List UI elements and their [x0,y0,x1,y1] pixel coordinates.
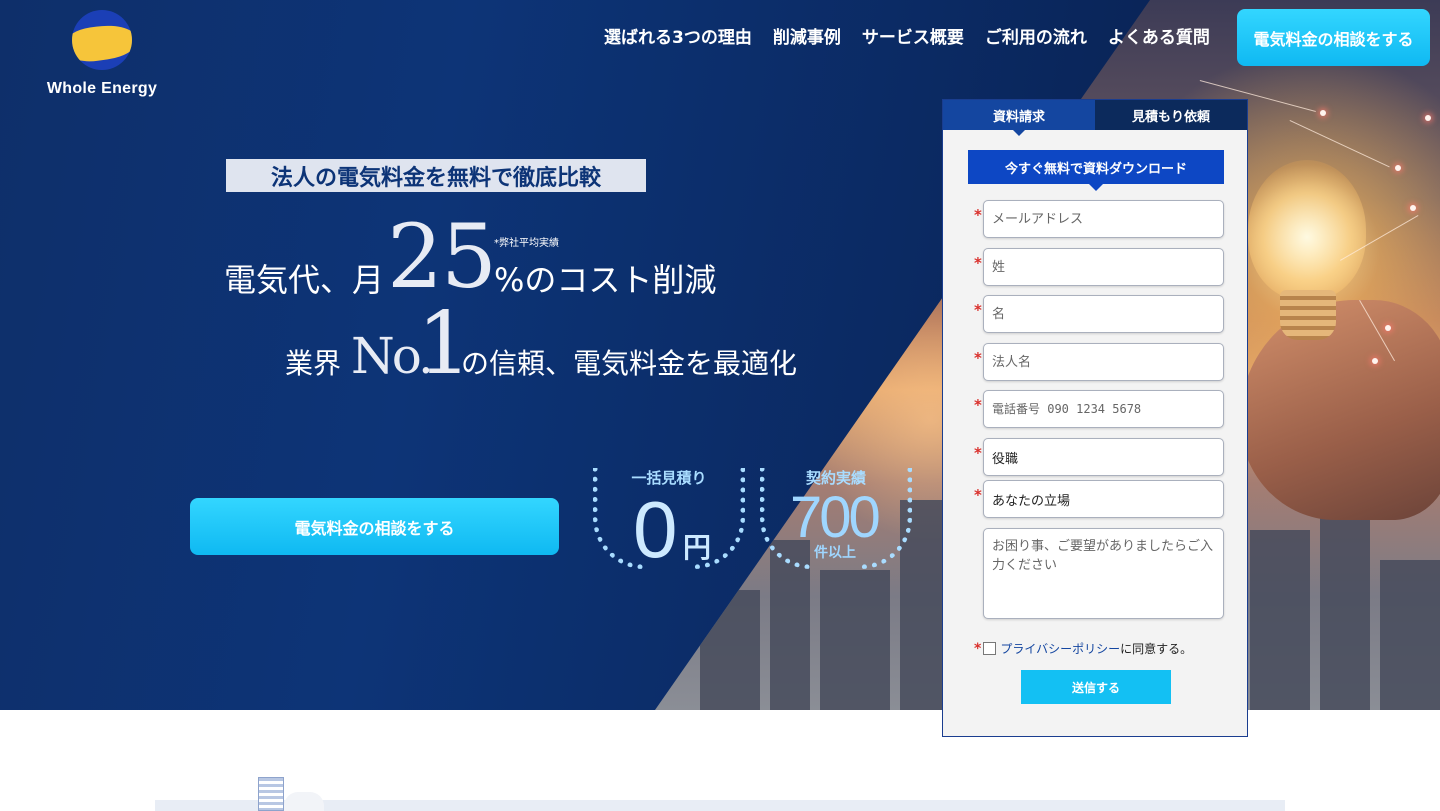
privacy-agree-text: に同意する。 [1120,642,1193,656]
logo-mark [72,10,132,70]
role-select[interactable]: あなたの立場 [983,480,1224,518]
nav-item-reasons[interactable]: 選ばれる3つの理由 [604,26,752,50]
light-bulb-base [1280,290,1336,340]
required-mark: * [974,444,982,462]
hero-tagline: 法人の電気料金を無料で徹底比較 [226,159,646,192]
hand-image [1240,300,1440,520]
phone-field[interactable] [983,390,1224,428]
email-field[interactable] [983,200,1224,238]
hero-consult-button[interactable]: 電気料金の相談をする [190,498,559,555]
headline-percent-number: 25 [387,205,497,308]
main-nav: 選ばれる3つの理由 削減事例 サービス概要 ご利用の流れ よくある質問 [604,26,1210,50]
network-node [1425,115,1431,121]
privacy-checkbox[interactable] [983,642,997,655]
network-node [1410,205,1416,211]
required-mark: * [974,254,982,272]
privacy-policy-link[interactable]: プライバシーポリシー [1000,640,1120,657]
building-illustration [258,777,284,811]
last-name-field[interactable] [983,248,1224,286]
next-section-band [155,800,1285,811]
nav-item-service[interactable]: サービス概要 [862,26,964,50]
award-value: 700 [790,485,881,550]
nav-item-cases[interactable]: 削減事例 [773,26,841,50]
headline-suffix: %のコスト削減 [494,261,717,299]
privacy-agreement: * プライバシーポリシー に同意する。 [974,640,1192,657]
city-skyline [700,590,760,710]
building-illustration-dome [284,792,324,811]
required-mark: * [974,349,982,367]
headline-trust-suffix: の信頼、電気料金を最適化 [461,347,798,380]
logo-text: Whole Energy [46,80,158,97]
form-heading: 今すぐ無料で資料ダウンロード [968,150,1224,191]
required-mark: * [974,301,982,319]
headline-footnote: *弊社平均実績 [494,238,559,249]
position-select[interactable]: 役職 [983,438,1224,476]
message-field[interactable] [983,528,1224,619]
company-name-field[interactable] [983,343,1224,381]
headline-prefix: 電気代、月 [224,261,385,299]
award-unit: 件以上 [814,545,856,561]
first-name-field[interactable] [983,295,1224,333]
network-node [1320,110,1326,116]
tab-document-request[interactable]: 資料請求 [943,100,1095,136]
network-node [1385,325,1391,331]
brand-logo[interactable]: Whole Energy [42,10,162,102]
required-mark: * [974,396,982,414]
tab-estimate-request[interactable]: 見積もり依頼 [1095,100,1247,130]
position-select-value: 役職 [992,451,1019,467]
role-select-value: あなたの立場 [992,493,1071,509]
headline-industry: 業界 [285,347,342,380]
required-mark: * [974,640,982,657]
light-bulb-image [1248,160,1366,300]
city-skyline [1250,530,1310,710]
award-unit: 円 [683,531,712,564]
nav-item-faq[interactable]: よくある質問 [1108,26,1210,50]
required-mark: * [974,486,982,504]
header-consult-button[interactable]: 電気料金の相談をする [1237,9,1430,66]
form-tabs: 資料請求 見積もり依頼 [943,100,1247,136]
award-value: 0 [633,485,678,574]
award-free-estimate: 一括見積り 0 円 [589,462,749,574]
network-node [1395,165,1401,171]
required-mark: * [974,206,982,224]
city-skyline [820,570,890,710]
submit-button[interactable]: 送信する [1021,670,1171,704]
document-request-form: 資料請求 見積もり依頼 今すぐ無料で資料ダウンロード * * * * * * 役… [942,99,1248,737]
award-contracts: 契約実績 700 件以上 [756,462,916,569]
city-skyline [1380,560,1440,710]
network-node [1372,358,1378,364]
nav-item-flow[interactable]: ご利用の流れ [985,26,1087,50]
